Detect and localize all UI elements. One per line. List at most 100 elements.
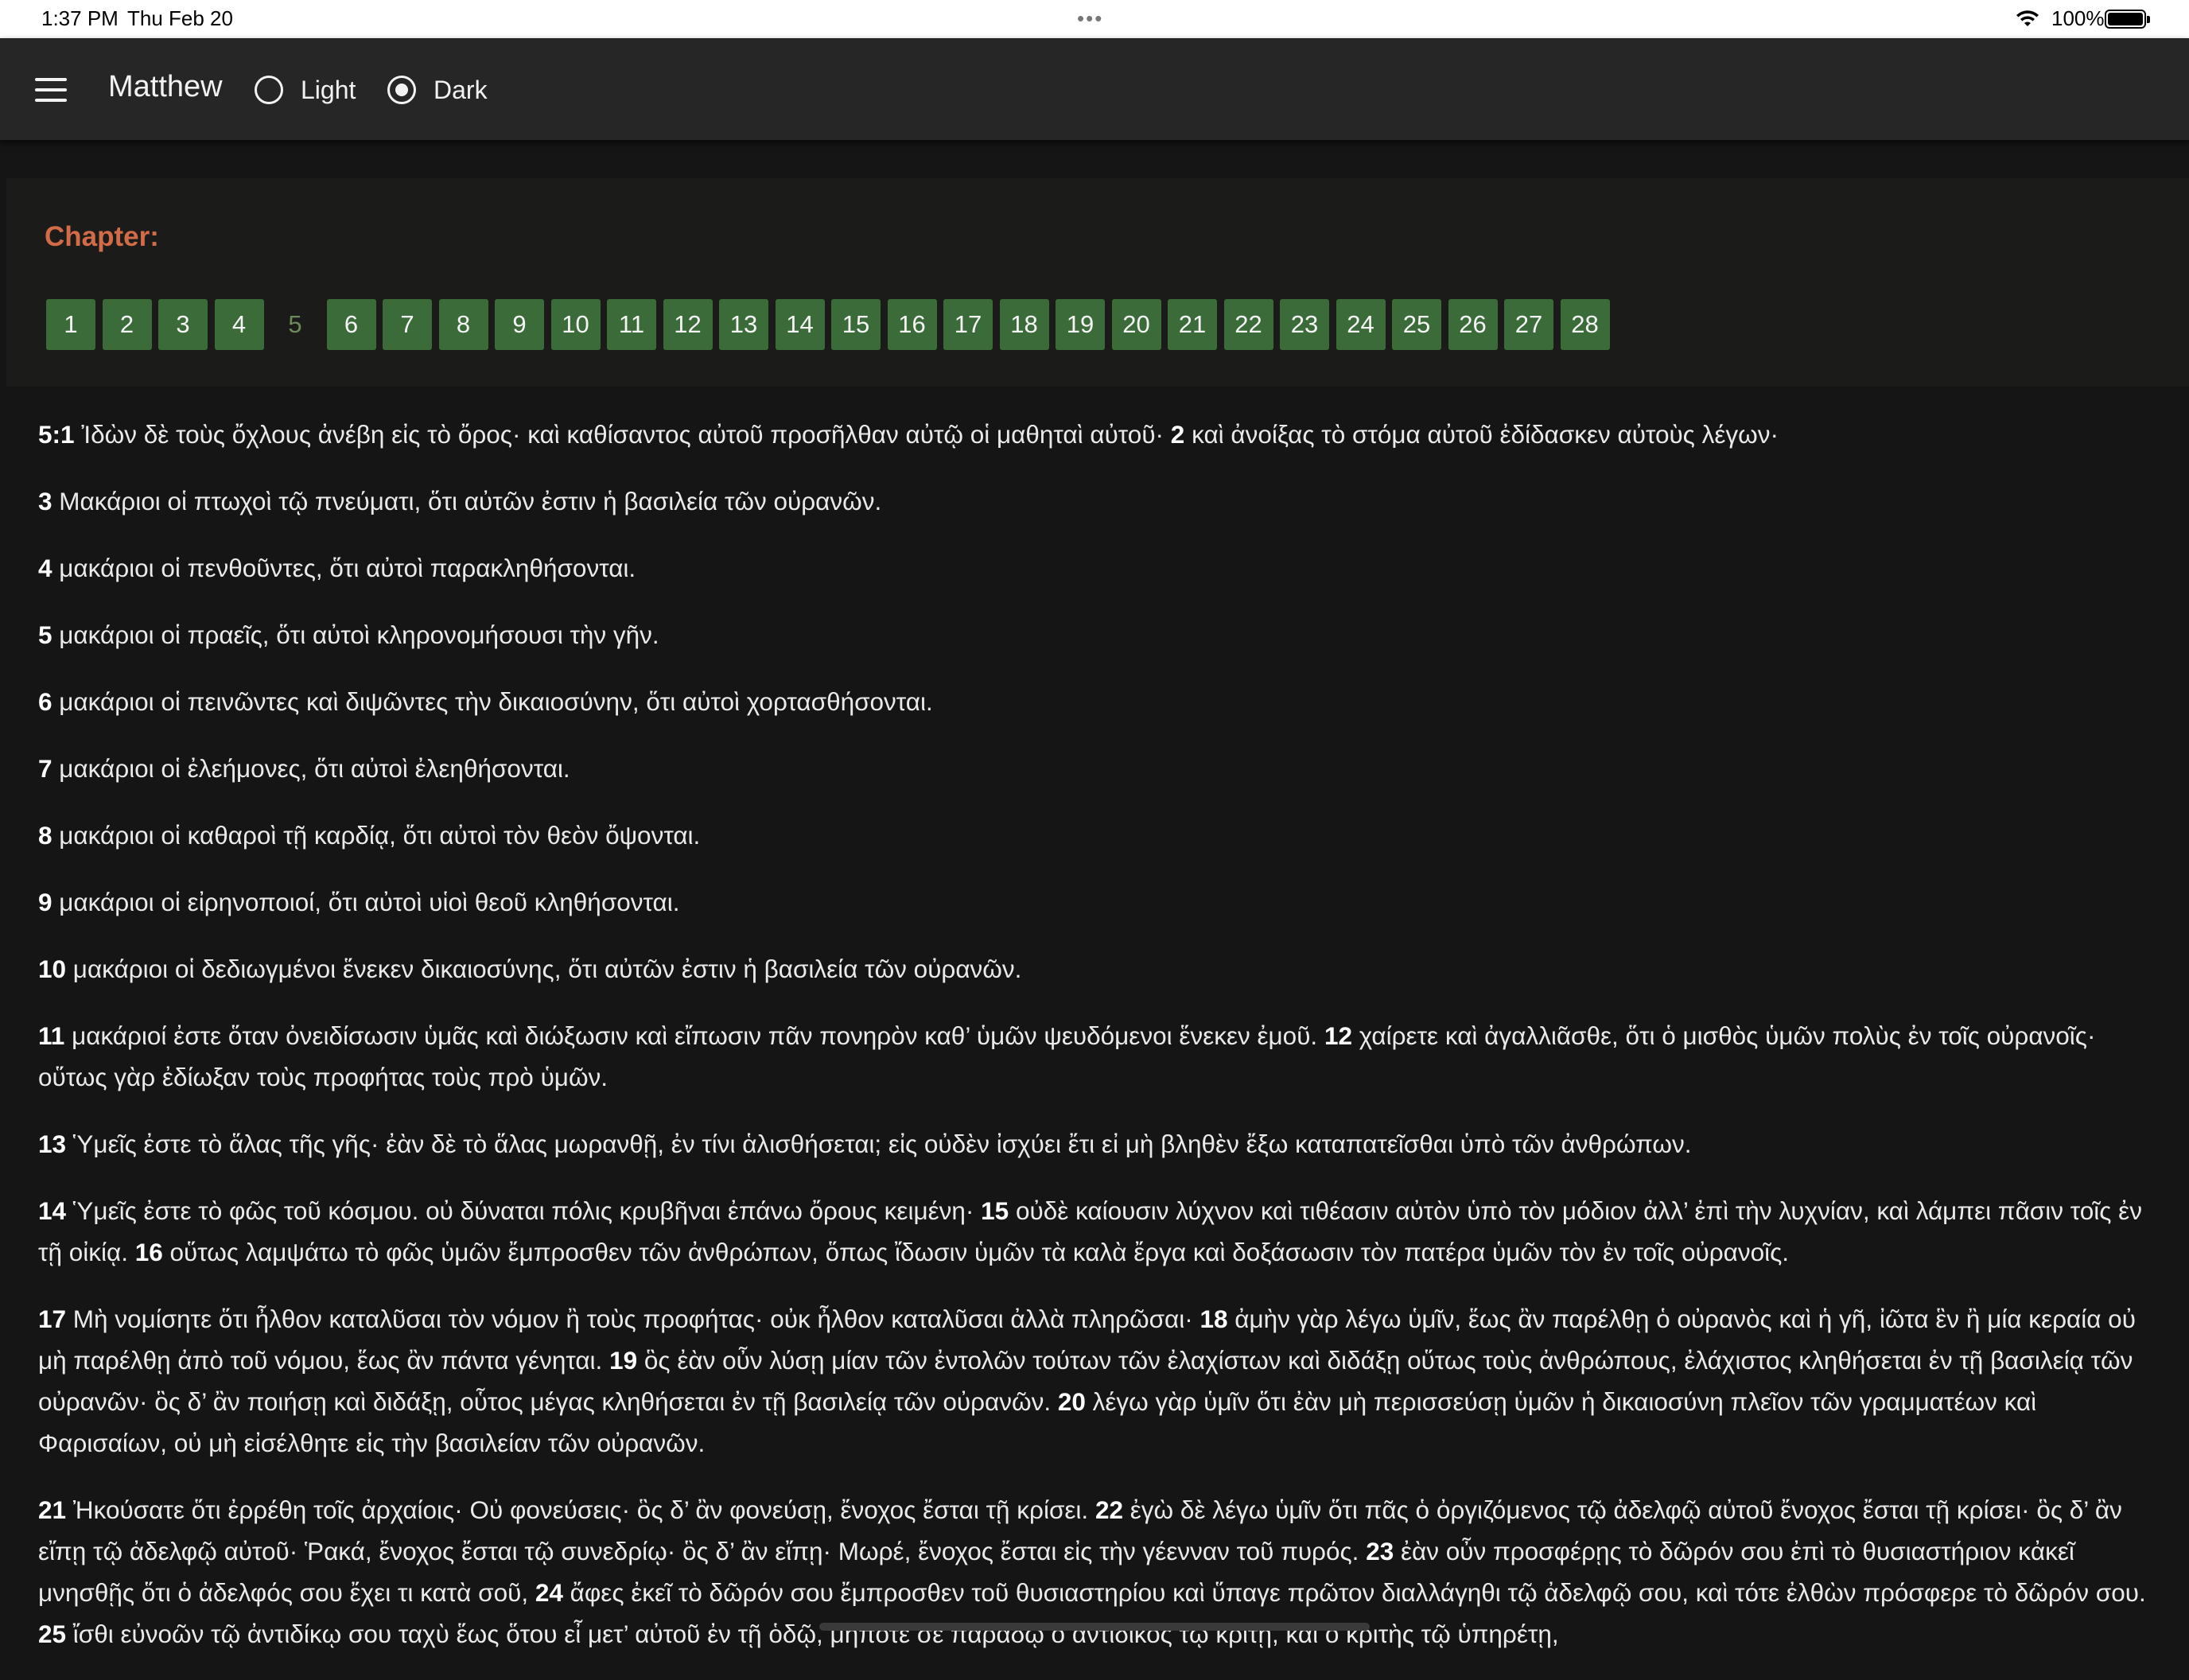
chapter-button-7[interactable]: 7 xyxy=(383,299,432,350)
verse-number: 25 xyxy=(38,1620,67,1648)
chapter-button-3[interactable]: 3 xyxy=(158,299,208,350)
app-bar: Matthew Light Dark xyxy=(0,38,2189,140)
chapter-button-27[interactable]: 27 xyxy=(1504,299,1553,350)
chapter-button-10[interactable]: 10 xyxy=(550,299,601,350)
chapter-button-20[interactable]: 20 xyxy=(1111,299,1161,350)
battery-percent: 100% xyxy=(2051,6,2105,30)
chapter-text: 5:1 Ἰδὼν δὲ τοὺς ὄχλους ἀνέβη εἰς τὸ ὄρο… xyxy=(38,414,2154,1680)
verse-number: 2 xyxy=(1170,420,1185,449)
multitasking-dots[interactable]: ••• xyxy=(1077,6,1103,31)
verse-number: 23 xyxy=(1366,1537,1394,1565)
verse-number: 9 xyxy=(38,888,52,916)
verse-text: μακάριοι οἱ πενθοῦντες, ὅτι αὐτοὶ παρακλ… xyxy=(52,554,636,582)
verse-text: μακάριοι οἱ δεδιωγμένοι ἕνεκεν δικαιοσύν… xyxy=(66,955,1022,983)
status-date: Thu Feb 20 xyxy=(127,6,233,30)
verse-number: 12 xyxy=(1324,1021,1352,1050)
chapter-button-21[interactable]: 21 xyxy=(1168,299,1217,350)
chapter-button-6[interactable]: 6 xyxy=(326,299,376,350)
verse-text: μακάριοι οἱ καθαροὶ τῇ καρδίᾳ, ὅτι αὐτοὶ… xyxy=(52,821,701,850)
verse-number: 5 xyxy=(38,620,52,649)
chapter-button-11[interactable]: 11 xyxy=(607,299,656,350)
verse-paragraph: 6 μακάριοι οἱ πεινῶντες καὶ διψῶντες τὴν… xyxy=(38,681,2154,722)
battery-icon xyxy=(2105,10,2150,29)
verse-text: καὶ ἀνοίξας τὸ στόμα αὐτοῦ ἐδίδασκεν αὐτ… xyxy=(1184,420,1779,449)
dark-radio-button[interactable] xyxy=(387,76,416,104)
verse-text: μακάριοι οἱ πεινῶντες καὶ διψῶντες τὴν δ… xyxy=(52,687,933,716)
chapter-button-23[interactable]: 23 xyxy=(1280,299,1329,350)
chapter-button-19[interactable]: 19 xyxy=(1056,299,1105,350)
verse-paragraph: 8 μακάριοι οἱ καθαροὶ τῇ καρδίᾳ, ὅτι αὐτ… xyxy=(38,815,2154,856)
chapter-button-9[interactable]: 9 xyxy=(495,299,544,350)
verse-number: 5:1 xyxy=(38,420,75,449)
verse-paragraph: 3 Μακάριοι οἱ πτωχοὶ τῷ πνεύματι, ὅτι αὐ… xyxy=(38,480,2154,522)
verse-number: 20 xyxy=(1057,1387,1086,1416)
verse-text: μακάριοι οἱ πραεῖς, ὅτι αὐτοὶ κληρονομήσ… xyxy=(52,620,659,649)
chapter-button-4[interactable]: 4 xyxy=(214,299,264,350)
light-radio-button[interactable] xyxy=(255,76,283,104)
chapter-button-8[interactable]: 8 xyxy=(438,299,488,350)
verse-number: 15 xyxy=(981,1196,1009,1225)
verse-paragraph: 17 Μὴ νομίσητε ὅτι ἦλθον καταλῦσαι τὸν ν… xyxy=(38,1298,2154,1464)
verse-paragraph: 5 μακάριοι οἱ πραεῖς, ὅτι αὐτοὶ κληρονομ… xyxy=(38,614,2154,655)
theme-light-option[interactable]: Light xyxy=(255,72,356,108)
verse-text: ἄφες ἐκεῖ τὸ δῶρόν σου ἔμπροσθεν τοῦ θυσ… xyxy=(562,1578,2146,1607)
theme-dark-option[interactable]: Dark xyxy=(387,72,488,108)
verse-text: μακάριοί ἐστε ὅταν ὀνειδίσωσιν ὑμᾶς καὶ … xyxy=(64,1021,1324,1050)
verse-paragraph: 13 Ὑμεῖς ἐστε τὸ ἅλας τῆς γῆς· ἐὰν δὲ τὸ… xyxy=(38,1123,2154,1165)
chapter-button-13[interactable]: 13 xyxy=(719,299,768,350)
verse-number: 17 xyxy=(38,1305,67,1333)
theme-dark-label: Dark xyxy=(434,75,488,104)
verse-number: 4 xyxy=(38,554,52,582)
verse-number: 11 xyxy=(38,1021,65,1050)
verse-number: 13 xyxy=(38,1130,67,1158)
chapter-button-24[interactable]: 24 xyxy=(1336,299,1386,350)
status-time: 1:37 PM xyxy=(41,6,119,30)
verse-number: 21 xyxy=(38,1495,67,1524)
verse-paragraph: 7 μακάριοι οἱ ἐλεήμονες, ὅτι αὐτοὶ ἐλεηθ… xyxy=(38,748,2154,789)
wifi-icon xyxy=(2016,10,2039,26)
verse-text: Ὑμεῖς ἐστε τὸ φῶς τοῦ κόσμου. οὐ δύναται… xyxy=(66,1196,982,1225)
verse-paragraph: 10 μακάριοι οἱ δεδιωγμένοι ἕνεκεν δικαιο… xyxy=(38,948,2154,990)
verse-number: 18 xyxy=(1199,1305,1228,1333)
verse-number: 24 xyxy=(535,1578,563,1607)
chapter-button-1[interactable]: 1 xyxy=(46,299,95,350)
verse-paragraph: 5:1 Ἰδὼν δὲ τοὺς ὄχλους ἀνέβη εἰς τὸ ὄρο… xyxy=(38,414,2154,455)
verse-text: Ἰδὼν δὲ τοὺς ὄχλους ἀνέβη εἰς τὸ ὄρος· κ… xyxy=(74,420,1171,449)
verse-text: Μὴ νομίσητε ὅτι ἦλθον καταλῦσαι τὸν νόμο… xyxy=(66,1305,1200,1333)
chapter-button-18[interactable]: 18 xyxy=(999,299,1049,350)
chapter-button-15[interactable]: 15 xyxy=(831,299,881,350)
chapter-panel: Chapter: 1 2 3 4 5 6 7 8 9 10 11 12 13 14 15 16 17 18 19 20… xyxy=(6,178,2189,387)
chapter-button-12[interactable]: 12 xyxy=(663,299,713,350)
verse-number: 19 xyxy=(609,1346,638,1375)
chapter-button-26[interactable]: 26 xyxy=(1448,299,1498,350)
home-indicator[interactable] xyxy=(819,1623,1370,1631)
verse-number: 8 xyxy=(38,821,52,850)
chapter-button-17[interactable]: 17 xyxy=(943,299,993,350)
chapter-list: 1 2 3 4 5 6 7 8 9 10 11 12 13 14 15 16 17 18 19 20 21 22 23 24 2… xyxy=(46,299,1616,350)
verse-text: οὕτως λαμψάτω τὸ φῶς ὑμῶν ἔμπροσθεν τῶν … xyxy=(162,1238,1790,1266)
verse-text: μακάριοι οἱ ἐλεήμονες, ὅτι αὐτοὶ ἐλεηθήσ… xyxy=(52,754,570,783)
verse-number: 16 xyxy=(134,1238,163,1266)
chapter-button-16[interactable]: 16 xyxy=(887,299,937,350)
verse-text: Ὑμεῖς ἐστε τὸ ἅλας τῆς γῆς· ἐὰν δὲ τὸ ἅλ… xyxy=(66,1130,1692,1158)
verse-paragraph: 4 μακάριοι οἱ πενθοῦντες, ὅτι αὐτοὶ παρα… xyxy=(38,547,2154,589)
verse-number: 14 xyxy=(38,1196,67,1225)
theme-light-label: Light xyxy=(301,75,356,104)
verse-text: μακάριοι οἱ εἰρηνοποιοί, ὅτι αὐτοὶ υἱοὶ … xyxy=(52,888,680,916)
verse-text: Μακάριοι οἱ πτωχοὶ τῷ πνεύματι, ὅτι αὐτῶ… xyxy=(52,487,882,515)
chapter-button-25[interactable]: 25 xyxy=(1392,299,1441,350)
status-bar: 1:37 PM Thu Feb 20 ••• 100% xyxy=(0,0,2189,38)
chapter-button-28[interactable]: 28 xyxy=(1560,299,1610,350)
verse-paragraph: 9 μακάριοι οἱ εἰρηνοποιοί, ὅτι αὐτοὶ υἱο… xyxy=(38,881,2154,923)
book-title: Matthew xyxy=(108,70,223,103)
chapter-button-22[interactable]: 22 xyxy=(1223,299,1273,350)
verse-paragraph: 11 μακάριοί ἐστε ὅταν ὀνειδίσωσιν ὑμᾶς κ… xyxy=(38,1015,2154,1098)
chapter-button-2[interactable]: 2 xyxy=(102,299,152,350)
menu-icon[interactable] xyxy=(35,78,67,102)
chapter-button-5[interactable]: 5 xyxy=(270,299,320,350)
chapter-button-14[interactable]: 14 xyxy=(775,299,825,350)
verse-number: 22 xyxy=(1094,1495,1123,1524)
verse-number: 6 xyxy=(38,687,52,716)
verse-paragraph: 14 Ὑμεῖς ἐστε τὸ φῶς τοῦ κόσμου. οὐ δύνα… xyxy=(38,1190,2154,1273)
verse-number: 10 xyxy=(38,955,67,983)
